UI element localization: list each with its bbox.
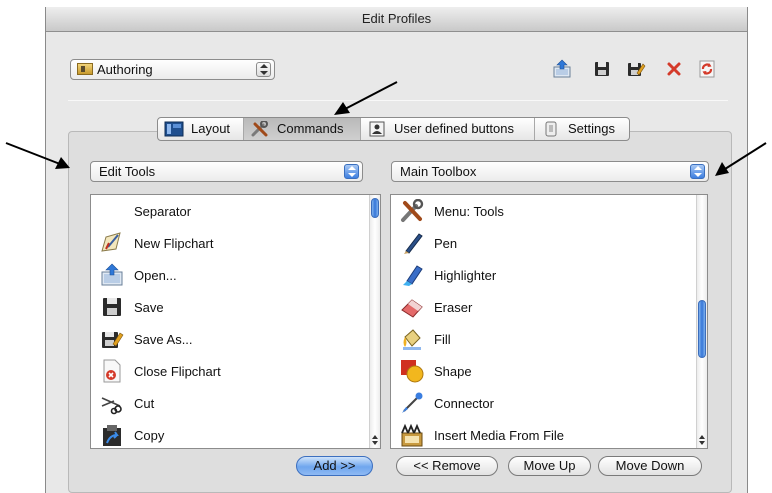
copy-icon <box>103 425 121 446</box>
command-category-value: Edit Tools <box>99 164 156 179</box>
list-item-label: Highlighter <box>434 267 497 283</box>
list-item[interactable]: Fill <box>391 323 451 355</box>
available-commands-list[interactable]: Separator New Flipchart Open... Save Sav… <box>90 194 381 449</box>
tab-label: Settings <box>568 121 615 136</box>
close-flipchart-icon <box>103 359 121 383</box>
profile-icon <box>77 63 93 75</box>
chevron-updown-icon <box>690 164 705 179</box>
list-item[interactable]: Save <box>91 291 164 323</box>
list-item[interactable]: Cut <box>91 387 154 419</box>
tab-user-defined-buttons[interactable]: User defined buttons <box>361 118 535 140</box>
list-item-label: Eraser <box>434 299 473 315</box>
list-item-label: Shape <box>434 363 472 379</box>
header-divider <box>68 100 728 101</box>
list-item-label: Save As... <box>134 331 193 347</box>
list-item[interactable]: Copy <box>91 419 165 448</box>
chevron-updown-icon <box>256 62 271 77</box>
remove-button[interactable]: << Remove <box>396 456 498 476</box>
add-button[interactable]: Add >> <box>296 456 373 476</box>
tab-bar: Layout Commands User defined buttons Set… <box>157 117 630 141</box>
highlighter-icon <box>403 265 423 286</box>
scrollbar-thumb[interactable] <box>371 198 379 218</box>
tab-commands[interactable]: Commands <box>244 118 361 140</box>
tab-label: User defined buttons <box>394 121 514 136</box>
left-list-scrollbar[interactable] <box>369 195 380 448</box>
open-icon <box>101 263 123 286</box>
list-item-label: Connector <box>434 395 494 411</box>
list-item-label: Copy <box>134 427 165 443</box>
tab-label: Layout <box>191 121 231 136</box>
list-item-label: Separator <box>134 203 192 219</box>
delete-icon[interactable] <box>664 59 684 79</box>
scissors-icon <box>101 397 122 415</box>
window-title: Edit Profiles <box>361 11 432 26</box>
list-item-label: Save <box>134 299 164 315</box>
window-titlebar: Edit Profiles <box>46 7 747 32</box>
layout-icon <box>164 121 184 137</box>
save-icon[interactable] <box>592 59 612 79</box>
toolbox-select-value: Main Toolbox <box>400 164 477 179</box>
chevron-updown-icon <box>344 164 359 179</box>
upload-icon[interactable] <box>552 59 572 79</box>
fill-icon <box>403 329 421 350</box>
command-category-select[interactable]: Edit Tools <box>90 161 363 182</box>
tab-label: Commands <box>277 121 344 136</box>
list-item[interactable]: Connector <box>391 387 494 419</box>
list-item[interactable]: Eraser <box>391 291 472 323</box>
list-item-label: Cut <box>134 395 155 411</box>
list-item[interactable]: New Flipchart <box>91 227 213 259</box>
list-item-label: Pen <box>434 235 458 251</box>
media-icon <box>401 423 423 447</box>
list-item-label: Close Flipchart <box>134 363 221 379</box>
list-item[interactable]: Pen <box>391 227 457 259</box>
tools-icon <box>401 199 424 222</box>
tab-layout[interactable]: Layout <box>158 118 244 140</box>
new-flipchart-icon <box>101 232 121 252</box>
toolbox-select[interactable]: Main Toolbox <box>391 161 709 182</box>
list-item[interactable]: Open... <box>91 259 177 291</box>
list-item[interactable]: Shape <box>391 355 472 387</box>
list-item[interactable]: Close Flipchart <box>91 355 221 387</box>
pen-icon <box>404 233 423 254</box>
scrollbar-thumb[interactable] <box>698 300 706 358</box>
save-as-icon[interactable] <box>626 59 646 79</box>
save-as-icon <box>102 332 124 348</box>
list-item[interactable]: Menu: Tools <box>391 195 504 227</box>
eraser-icon <box>401 299 423 318</box>
list-item-label: Fill <box>434 331 451 347</box>
toolbox-commands-list[interactable]: Menu: Tools Pen Highlighter Eraser Fill … <box>390 194 708 449</box>
separator-icon <box>100 199 124 223</box>
scroll-arrows-icon[interactable] <box>371 434 379 446</box>
list-item[interactable]: Save As... <box>91 323 193 355</box>
list-item-label: New Flipchart <box>134 235 214 251</box>
list-item-label: Open... <box>134 267 177 283</box>
edit-profiles-window: Edit Profiles Authoring Layout Commands … <box>45 7 748 493</box>
list-item-label: Menu: Tools <box>434 203 504 219</box>
move-down-button[interactable]: Move Down <box>598 456 702 476</box>
profile-select[interactable]: Authoring <box>70 59 275 80</box>
save-icon <box>103 298 121 316</box>
right-list-scrollbar[interactable] <box>696 195 707 448</box>
tools-icon <box>251 121 268 137</box>
connector-icon <box>402 392 423 413</box>
shape-icon <box>401 360 424 383</box>
list-item[interactable]: Insert Media From File <box>391 419 565 448</box>
list-item[interactable]: Separator <box>91 195 191 227</box>
refresh-icon[interactable] <box>697 59 717 79</box>
scroll-arrows-icon[interactable] <box>698 434 706 446</box>
tab-settings[interactable]: Settings <box>535 118 629 140</box>
list-item-label: Insert Media From File <box>434 427 565 443</box>
user-defined-icon <box>369 121 385 137</box>
move-up-button[interactable]: Move Up <box>508 456 591 476</box>
list-item[interactable]: Highlighter <box>391 259 496 291</box>
settings-icon <box>545 121 557 137</box>
profile-select-value: Authoring <box>97 62 153 77</box>
